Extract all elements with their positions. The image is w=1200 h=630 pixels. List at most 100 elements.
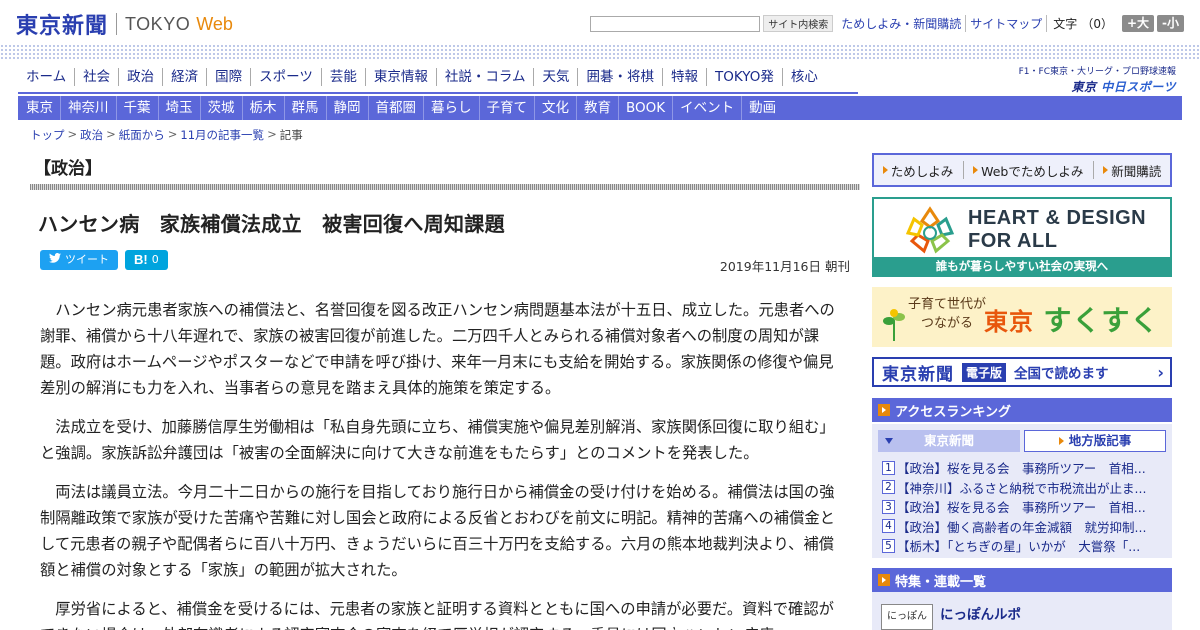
logo-divider — [116, 13, 118, 35]
lnav-item-event[interactable]: イベント — [672, 96, 741, 120]
local-nav: 東京 神奈川 千葉 埼玉 茨城 栃木 群馬 静岡 首都圏 暮らし 子育て 文化 … — [18, 96, 1182, 120]
nippon-repo-link[interactable]: にっぽんルポ — [940, 603, 1021, 623]
gnav-item-international[interactable]: 国際 — [206, 68, 250, 86]
lnav-item-shutoken[interactable]: 首都圏 — [367, 96, 424, 120]
sitemap-link[interactable]: サイトマップ — [965, 15, 1046, 32]
sprout-icon — [882, 307, 906, 345]
breadcrumb-from-paper[interactable]: 紙面から — [119, 127, 165, 143]
lnav-item-saitama[interactable]: 埼玉 — [157, 96, 200, 120]
heart-design-title: HEART & DESIGN FOR ALL — [968, 207, 1147, 252]
logo-japanese: 東京新聞 — [16, 13, 109, 39]
section-rule — [30, 184, 860, 190]
breadcrumb-politics[interactable]: 政治 — [80, 127, 103, 143]
arrow-square-icon — [878, 404, 890, 416]
lnav-item-video[interactable]: 動画 — [741, 96, 783, 120]
ranking-title: アクセスランキング — [895, 404, 1011, 420]
ranking-item[interactable]: 4 【政治】働く高齢者の年金減額 就労抑制... — [882, 517, 1166, 537]
chunichi-sports-link[interactable]: F1・FC東京・大リーグ・プロ野球速報 東京 中日スポーツ — [1019, 64, 1176, 95]
rank-number: 4 — [882, 519, 895, 534]
ranking-panel: 東京新聞 地方版記事 1 【政治】桜を見る会 事務所ツアー 首相... 2 【神奈川… — [872, 424, 1172, 558]
ranking-item[interactable]: 3 【政治】桜を見る会 事務所ツアー 首相... — [882, 497, 1166, 517]
site-header: 東京新聞 TOKYO Web サイト内検索 ためしよみ・新聞購読 サイトマップ … — [0, 0, 1200, 44]
trial-subscribe-link[interactable]: ためしよみ・新聞購読 — [837, 15, 965, 32]
breadcrumb-top[interactable]: トップ — [30, 127, 65, 143]
heart-design-banner[interactable]: HEART & DESIGN FOR ALL 誰もが暮らしやすい社会の実現へ — [872, 197, 1172, 277]
gnav-item-entertainment[interactable]: 芸能 — [320, 68, 365, 86]
ranking-tabs: 東京新聞 地方版記事 — [878, 430, 1166, 452]
lnav-item-education[interactable]: 教育 — [576, 96, 618, 120]
font-smaller-button[interactable]: -小 — [1157, 15, 1184, 32]
tweet-button[interactable]: ツイート — [40, 250, 118, 270]
feature-title: 特集・連載一覧 — [895, 574, 987, 590]
tab-local-articles[interactable]: 地方版記事 — [1024, 430, 1166, 452]
lnav-item-shizuoka[interactable]: 静岡 — [325, 96, 368, 120]
ranking-item[interactable]: 5 【栃木】「とちぎの星」いかが 大嘗祭「... — [882, 536, 1166, 556]
divider — [1092, 161, 1094, 179]
ranking-header: アクセスランキング — [872, 398, 1172, 422]
ranking-item-title: 【栃木】「とちぎの星」いかが 大嘗祭「... — [897, 539, 1141, 555]
lnav-item-gunma[interactable]: 群馬 — [283, 96, 326, 120]
hatena-bookmark-button[interactable]: B! 0 — [125, 250, 168, 270]
breadcrumb-separator: > — [167, 127, 178, 141]
digital-edition-banner[interactable]: 東京新聞 電子版 全国で読めます › — [872, 357, 1172, 387]
sukusuku-banner[interactable]: 子育て世代が つながる 東京 すくすく — [872, 287, 1172, 347]
gnav-underline — [18, 92, 858, 94]
lnav-item-culture[interactable]: 文化 — [534, 96, 576, 120]
article-paragraph: 法成立を受け、加藤勝信厚生労働相は「私自身先頭に立ち、補償実施や偏見差別解消、家… — [40, 418, 835, 462]
font-size-label: 文字 — [1046, 15, 1081, 32]
divider — [962, 161, 964, 179]
trial-read-link[interactable]: ためしよみ — [882, 161, 953, 180]
gnav-item-tokyo-hatsu[interactable]: TOKYO発 — [705, 68, 782, 86]
gnav-item-kakushin[interactable]: 核心 — [781, 68, 826, 86]
utility-bar: サイト内検索 ためしよみ・新聞購読 サイトマップ 文字 （0） +大 -小 — [590, 15, 1184, 32]
gnav-item-weather[interactable]: 天気 — [533, 68, 577, 86]
nippon-repo-thumbnail[interactable]: にっぽん — [881, 604, 933, 630]
lnav-item-kanagawa[interactable]: 神奈川 — [60, 96, 116, 120]
lnav-item-tokyo[interactable]: 東京 — [18, 96, 60, 120]
lnav-item-chiba[interactable]: 千葉 — [115, 96, 158, 120]
logo-web: Web — [196, 13, 233, 34]
ranking-item[interactable]: 2 【神奈川】ふるさと納税で市税流出が止ま... — [882, 478, 1166, 498]
site-logo[interactable]: 東京新聞 TOKYO Web — [16, 8, 233, 40]
ranking-item-title: 【政治】桜を見る会 事務所ツアー 首相... — [897, 461, 1146, 477]
rank-number: 5 — [882, 538, 895, 553]
rank-number: 1 — [882, 460, 895, 475]
subscribe-link[interactable]: 新聞購読 — [1103, 161, 1161, 180]
flower-logo-icon — [902, 205, 958, 261]
gnav-item-home[interactable]: ホーム — [18, 68, 74, 86]
section-title: 【政治】 — [34, 159, 102, 179]
feature-panel: にっぽん にっぽんルポ — [872, 592, 1172, 630]
gnav-item-tokuho[interactable]: 特報 — [661, 68, 706, 86]
tab-tokyo-shimbun[interactable]: 東京新聞 — [878, 430, 1020, 452]
breadcrumb-current: 記事 — [279, 128, 303, 142]
sukusuku-logo: 東京 すくすく — [984, 304, 1160, 337]
gnav-item-sports[interactable]: スポーツ — [250, 68, 321, 86]
article-paragraph: ハンセン病元患者家族への補償法と、名誉回復を図る改正ハンセン病問題基本法が十五日… — [40, 301, 835, 397]
lnav-item-kosodate[interactable]: 子育て — [478, 96, 535, 120]
lnav-item-tochigi[interactable]: 栃木 — [241, 96, 284, 120]
breadcrumb-separator: > — [106, 127, 116, 141]
twitter-bird-icon — [49, 250, 61, 270]
arrow-icon — [1058, 437, 1064, 445]
chunichi-logo: 東京 中日スポーツ — [1071, 80, 1176, 94]
hatena-count: 0 — [151, 253, 159, 266]
gnav-item-tokyo-info[interactable]: 東京情報 — [364, 68, 436, 86]
web-trial-read-link[interactable]: Webでためしよみ — [973, 161, 1083, 180]
heart-design-caption: 誰もが暮らしやすい社会の実現へ — [874, 257, 1170, 275]
gnav-item-editorial[interactable]: 社説・コラム — [435, 68, 534, 86]
gnav-item-politics[interactable]: 政治 — [118, 68, 162, 86]
breadcrumb-separator: > — [67, 127, 78, 141]
gnav-item-society[interactable]: 社会 — [74, 68, 118, 86]
gnav-item-go-shogi[interactable]: 囲碁・将棋 — [577, 68, 662, 86]
site-search-button[interactable]: サイト内検索 — [763, 15, 834, 32]
lnav-item-book[interactable]: BOOK — [618, 96, 672, 120]
site-search-input[interactable] — [590, 15, 761, 32]
gnav-item-economy[interactable]: 経済 — [162, 68, 206, 86]
chevron-right-icon: › — [1157, 362, 1164, 382]
triangle-down-icon — [885, 438, 893, 444]
lnav-item-ibaraki[interactable]: 茨城 — [199, 96, 242, 120]
lnav-item-kurashi[interactable]: 暮らし — [423, 96, 479, 120]
breadcrumb-monthly-list[interactable]: 11月の記事一覧 — [180, 127, 264, 143]
ranking-item[interactable]: 1 【政治】桜を見る会 事務所ツアー 首相... — [882, 458, 1166, 478]
font-larger-button[interactable]: +大 — [1121, 15, 1155, 32]
